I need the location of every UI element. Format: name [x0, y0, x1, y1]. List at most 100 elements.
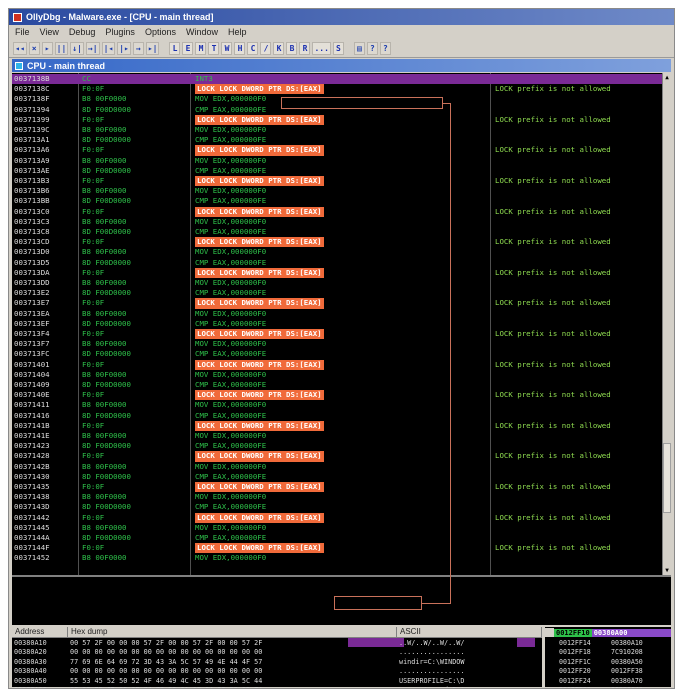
disassembly-row[interactable]: 00371438 B8 00F0000 MOV EDX,000000F0	[12, 492, 662, 502]
window-button-8[interactable]: K	[273, 41, 285, 55]
disassembly-row[interactable]: 00371452 B8 00F0000 MOV EDX,000000F0	[12, 553, 662, 563]
dump-row[interactable]: 00380A20 00 00 00 00 00 00 00 00 00 00 00…	[12, 648, 542, 657]
stack-row[interactable]: 0012FF24 00380A70	[545, 677, 671, 686]
window-titlebar[interactable]: OllyDbg - Malware.exe - [CPU - main thre…	[9, 9, 674, 25]
disassembly-pane[interactable]: ▲ ▼ 0037138B CC INT3 0037138C F0:0F LOCK LOCK…	[12, 73, 671, 575]
close-button[interactable]: ×	[28, 41, 40, 55]
window-button-5[interactable]: H	[234, 41, 246, 55]
disassembly-row[interactable]: 003713D0 B8 00F0000 MOV EDX,000000F0	[12, 247, 662, 257]
stack-row[interactable]: 0012FF20 0012FF38	[545, 667, 671, 676]
options-icon[interactable]: ▤	[353, 41, 365, 55]
disassembly-row[interactable]: 0037144F F0:0F LOCK LOCK DWORD PTR DS:[EAX…	[12, 543, 662, 554]
disassembly-row[interactable]: 0037142B B8 00F0000 MOV EDX,000000F0	[12, 462, 662, 472]
disassembly-row[interactable]: 00371442 F0:0F LOCK LOCK DWORD PTR DS:[EAX…	[12, 512, 662, 523]
window-button-7[interactable]: /	[260, 41, 272, 55]
stack-row[interactable]: 0012FF14 00380A10	[545, 639, 671, 648]
window-button-4[interactable]: W	[221, 41, 233, 55]
run-button[interactable]: ▸	[41, 41, 53, 55]
disassembly-row[interactable]: 003713CD F0:0F LOCK LOCK DWORD PTR DS:[EAX…	[12, 237, 662, 248]
trace-into-button[interactable]: |◂	[101, 41, 116, 55]
disassembly-row[interactable]: 00371445 B8 00F0000 MOV EDX,000000F0	[12, 523, 662, 533]
scroll-up-icon[interactable]: ▲	[663, 73, 671, 82]
disassembly-row[interactable]: 00371409 8D F00D0000 CMP EAX,000000FE	[12, 380, 662, 390]
disassembly-row[interactable]: 003713C0 F0:0F LOCK LOCK DWORD PTR DS:[EAX…	[12, 206, 662, 217]
disassembly-row[interactable]: 0037141B F0:0F LOCK LOCK DWORD PTR DS:[EAX…	[12, 420, 662, 431]
stack-row[interactable]: 0012FF1C 00380A50	[545, 658, 671, 667]
menu-item-options[interactable]: Options	[145, 27, 176, 37]
disassembly-scrollbar[interactable]: ▲ ▼	[662, 73, 671, 575]
dump-row[interactable]: 00380A50 55 53 45 52 50 52 4F 46 49 4C 45…	[12, 677, 542, 686]
disassembly-row[interactable]: 003713A9 B8 00F0000 MOV EDX,000000F0	[12, 156, 662, 166]
scroll-thumb[interactable]	[663, 443, 671, 513]
rewind-button[interactable]: ◂◂	[13, 41, 27, 55]
step-over-button[interactable]: →|	[85, 41, 100, 55]
disassembly-row[interactable]: 003713A6 F0:0F LOCK LOCK DWORD PTR DS:[EAX…	[12, 145, 662, 156]
window-button-12[interactable]: S	[332, 41, 344, 55]
disassembly-row[interactable]: 0037143D 8D F00D0000 CMP EAX,000000FE	[12, 502, 662, 512]
disassembly-row[interactable]: 003713F4 F0:0F LOCK LOCK DWORD PTR DS:[EAX…	[12, 329, 662, 340]
disassembly-row[interactable]: 003713A1 8D F00D0000 CMP EAX,000000FE	[12, 135, 662, 145]
disassembly-row[interactable]: 00371399 F0:0F LOCK LOCK DWORD PTR DS:[EAX…	[12, 114, 662, 125]
disassembly-row[interactable]: 003713EA B8 00F0000 MOV EDX,000000F0	[12, 309, 662, 319]
menu-item-debug[interactable]: Debug	[69, 27, 96, 37]
disassembly-row[interactable]: 003713AE 8D F00D0000 CMP EAX,000000FE	[12, 166, 662, 176]
window-button-10[interactable]: R	[299, 41, 311, 55]
disassembly-row-selected[interactable]: 0037138B CC INT3	[12, 74, 662, 85]
menu-item-plugins[interactable]: Plugins	[105, 27, 135, 37]
window-button-0[interactable]: L	[169, 41, 181, 55]
disassembly-row[interactable]: 003713E2 8D F00D0000 CMP EAX,000000FE	[12, 288, 662, 298]
disassembly-row[interactable]: 003713FC 8D F00D0000 CMP EAX,000000FE	[12, 349, 662, 359]
window-button-2[interactable]: M	[195, 41, 207, 55]
help-icon[interactable]: ?	[366, 41, 378, 55]
menu-item-view[interactable]: View	[40, 27, 59, 37]
hex-dump-pane[interactable]: Address Hex dump ASCII 00380A10 00 57 2F …	[12, 627, 542, 688]
disassembly-row[interactable]: 003713BB 8D F00D0000 CMP EAX,000000FE	[12, 196, 662, 206]
disassembly-row[interactable]: 003713DA F0:0F LOCK LOCK DWORD PTR DS:[EAX…	[12, 267, 662, 278]
window-button-3[interactable]: T	[208, 41, 220, 55]
scroll-down-icon[interactable]: ▼	[663, 566, 671, 575]
disassembly-row[interactable]: 00371404 B8 00F0000 MOV EDX,000000F0	[12, 370, 662, 380]
trace-over-button[interactable]: |▸	[117, 41, 131, 55]
disassembly-row[interactable]: 0037138C F0:0F LOCK LOCK DWORD PTR DS:[EAX…	[12, 84, 662, 95]
disassembly-row[interactable]: 00371423 8D F00D0000 CMP EAX,000000FE	[12, 441, 662, 451]
dump-header-hex[interactable]: Hex dump	[68, 627, 397, 637]
disassembly-row[interactable]: 0037140E F0:0F LOCK LOCK DWORD PTR DS:[EAX…	[12, 390, 662, 401]
disassembly-row[interactable]: 0037139C B8 00F0000 MOV EDX,000000F0	[12, 125, 662, 135]
menu-item-help[interactable]: Help	[228, 27, 247, 37]
about-icon[interactable]: ?	[379, 41, 391, 55]
disassembly-row[interactable]: 00371416 8D F00D0000 CMP EAX,000000FE	[12, 411, 662, 421]
disassembly-row[interactable]: 003713B6 B8 00F0000 MOV EDX,000000F0	[12, 186, 662, 196]
disassembly-row[interactable]: 0037144A 8D F00D0000 CMP EAX,000000FE	[12, 533, 662, 543]
execute-till-return-button[interactable]: →	[132, 41, 144, 55]
disassembly-row[interactable]: 00371430 8D F00D0000 CMP EAX,000000FE	[12, 472, 662, 482]
disassembly-row[interactable]: 00371401 F0:0F LOCK LOCK DWORD PTR DS:[EAX…	[12, 359, 662, 370]
disassembly-row[interactable]: 00371428 F0:0F LOCK LOCK DWORD PTR DS:[EAX…	[12, 451, 662, 462]
window-button-6[interactable]: C	[247, 41, 259, 55]
dump-row[interactable]: 00380A40 00 00 00 00 00 00 00 00 00 00 00…	[12, 667, 542, 676]
window-button-11[interactable]: ...	[312, 41, 331, 55]
disassembly-row[interactable]: 003713F7 B8 00F0000 MOV EDX,000000F0	[12, 339, 662, 349]
dump-header-ascii[interactable]: ASCII	[397, 627, 542, 637]
pause-button[interactable]: ||	[54, 41, 69, 55]
disassembly-row[interactable]: 003713DD B8 00F0000 MOV EDX,000000F0	[12, 278, 662, 288]
disassembly-row[interactable]: 00371411 B8 00F0000 MOV EDX,000000F0	[12, 400, 662, 410]
window-button-1[interactable]: E	[182, 41, 194, 55]
menu-item-window[interactable]: Window	[186, 27, 218, 37]
menu-item-file[interactable]: File	[15, 27, 30, 37]
dump-row[interactable]: 00380A30 77 69 6E 64 69 72 3D 43 3A 5C 57…	[12, 658, 542, 667]
go-to-button[interactable]: ▸|	[145, 41, 160, 55]
disassembly-row[interactable]: 003713EF 8D F00D0000 CMP EAX,000000FE	[12, 319, 662, 329]
disassembly-row[interactable]: 0037141E B8 00F0000 MOV EDX,000000F0	[12, 431, 662, 441]
disassembly-row[interactable]: 003713D5 8D F00D0000 CMP EAX,000000FE	[12, 258, 662, 268]
dump-row[interactable]: 00380A10 00 57 2F 00 00 00 57 2F 00 00 57…	[12, 639, 542, 648]
stack-pane[interactable]: 0012FF10 00380A00 0012FF14 00380A10 0012FF…	[545, 627, 671, 688]
disassembly-row[interactable]: 003713B3 F0:0F LOCK LOCK DWORD PTR DS:[EAX…	[12, 176, 662, 187]
disassembly-row[interactable]: 003713C8 8D F00D0000 CMP EAX,000000FE	[12, 227, 662, 237]
disassembly-row[interactable]: 003713E7 F0:0F LOCK LOCK DWORD PTR DS:[EAX…	[12, 298, 662, 309]
window-button-9[interactable]: B	[286, 41, 298, 55]
cpu-window-titlebar[interactable]: CPU - main thread	[12, 59, 671, 72]
stack-top-row[interactable]: 0012FF10 00380A00	[545, 627, 671, 638]
disassembly-row[interactable]: 00371435 F0:0F LOCK LOCK DWORD PTR DS:[EAX…	[12, 482, 662, 493]
disassembly-row[interactable]: 003713C3 B8 00F0000 MOV EDX,000000F0	[12, 217, 662, 227]
step-into-button[interactable]: ↓|	[70, 41, 84, 55]
